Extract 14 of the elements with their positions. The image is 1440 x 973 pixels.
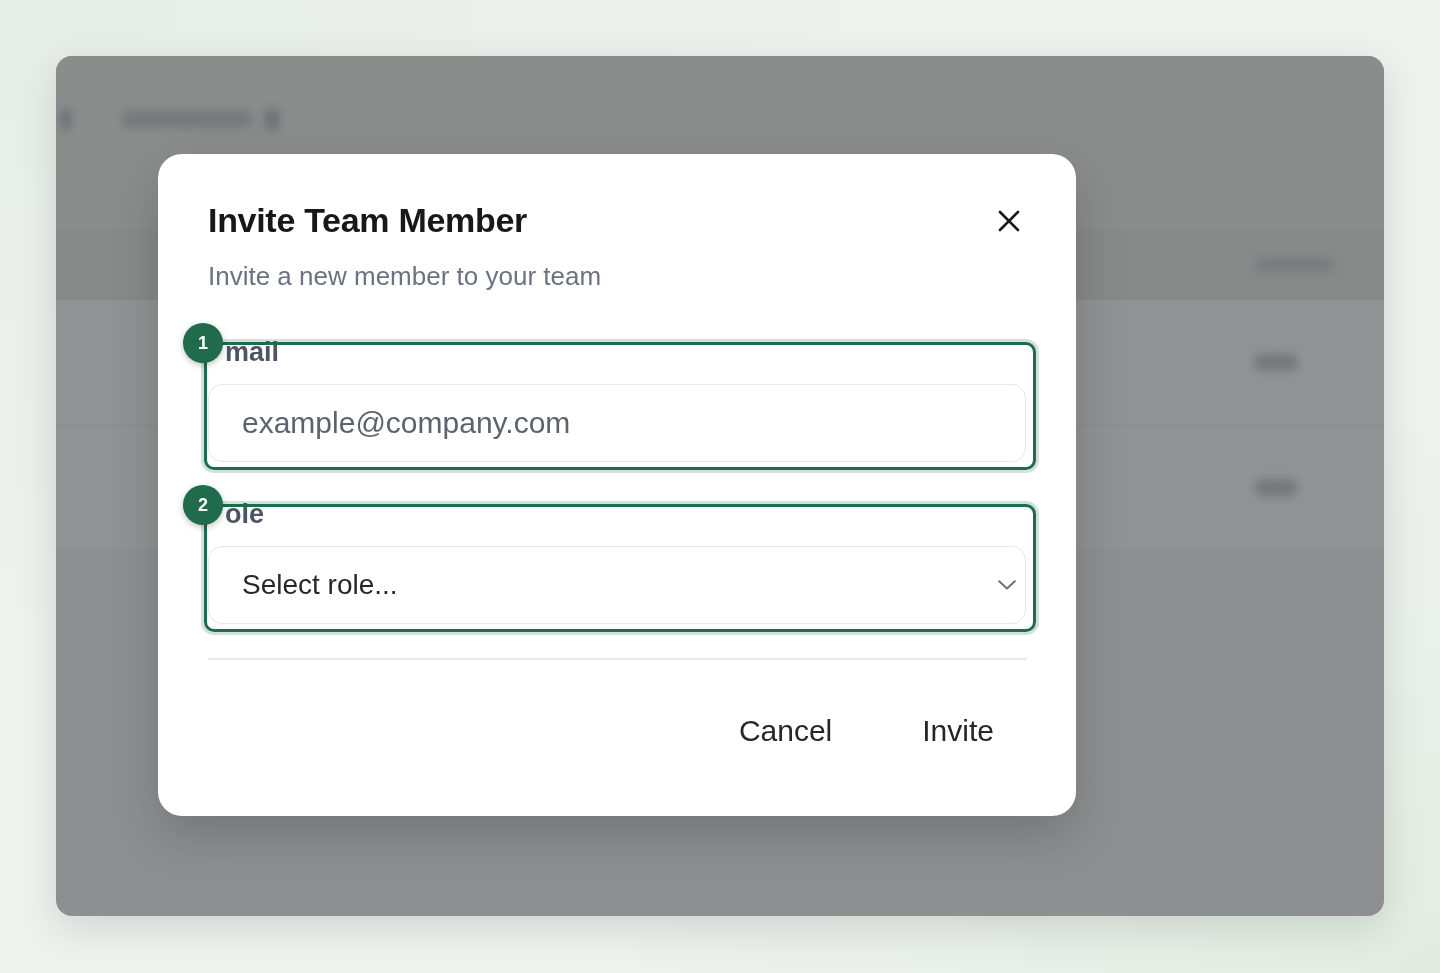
select-field[interactable]: Select role... — [208, 546, 1026, 624]
text-input[interactable]: example@company.com — [208, 384, 1026, 462]
number-badge: 2 — [183, 485, 223, 525]
dialog-subtitle: Invite a new member to your team — [208, 260, 603, 293]
cancel-button[interactable]: Cancel — [706, 700, 865, 760]
dialog-title: Invite Team Member — [208, 200, 527, 241]
chevron-down-icon — [998, 580, 1016, 590]
number-badge: 1 — [183, 323, 223, 363]
field-label: ole — [225, 498, 264, 531]
blurred-text — [1255, 478, 1297, 496]
blurred-text — [1255, 353, 1297, 371]
invite-button[interactable]: Invite — [890, 700, 1026, 760]
close-icon — [998, 209, 1020, 232]
field-label: mail — [225, 336, 280, 369]
